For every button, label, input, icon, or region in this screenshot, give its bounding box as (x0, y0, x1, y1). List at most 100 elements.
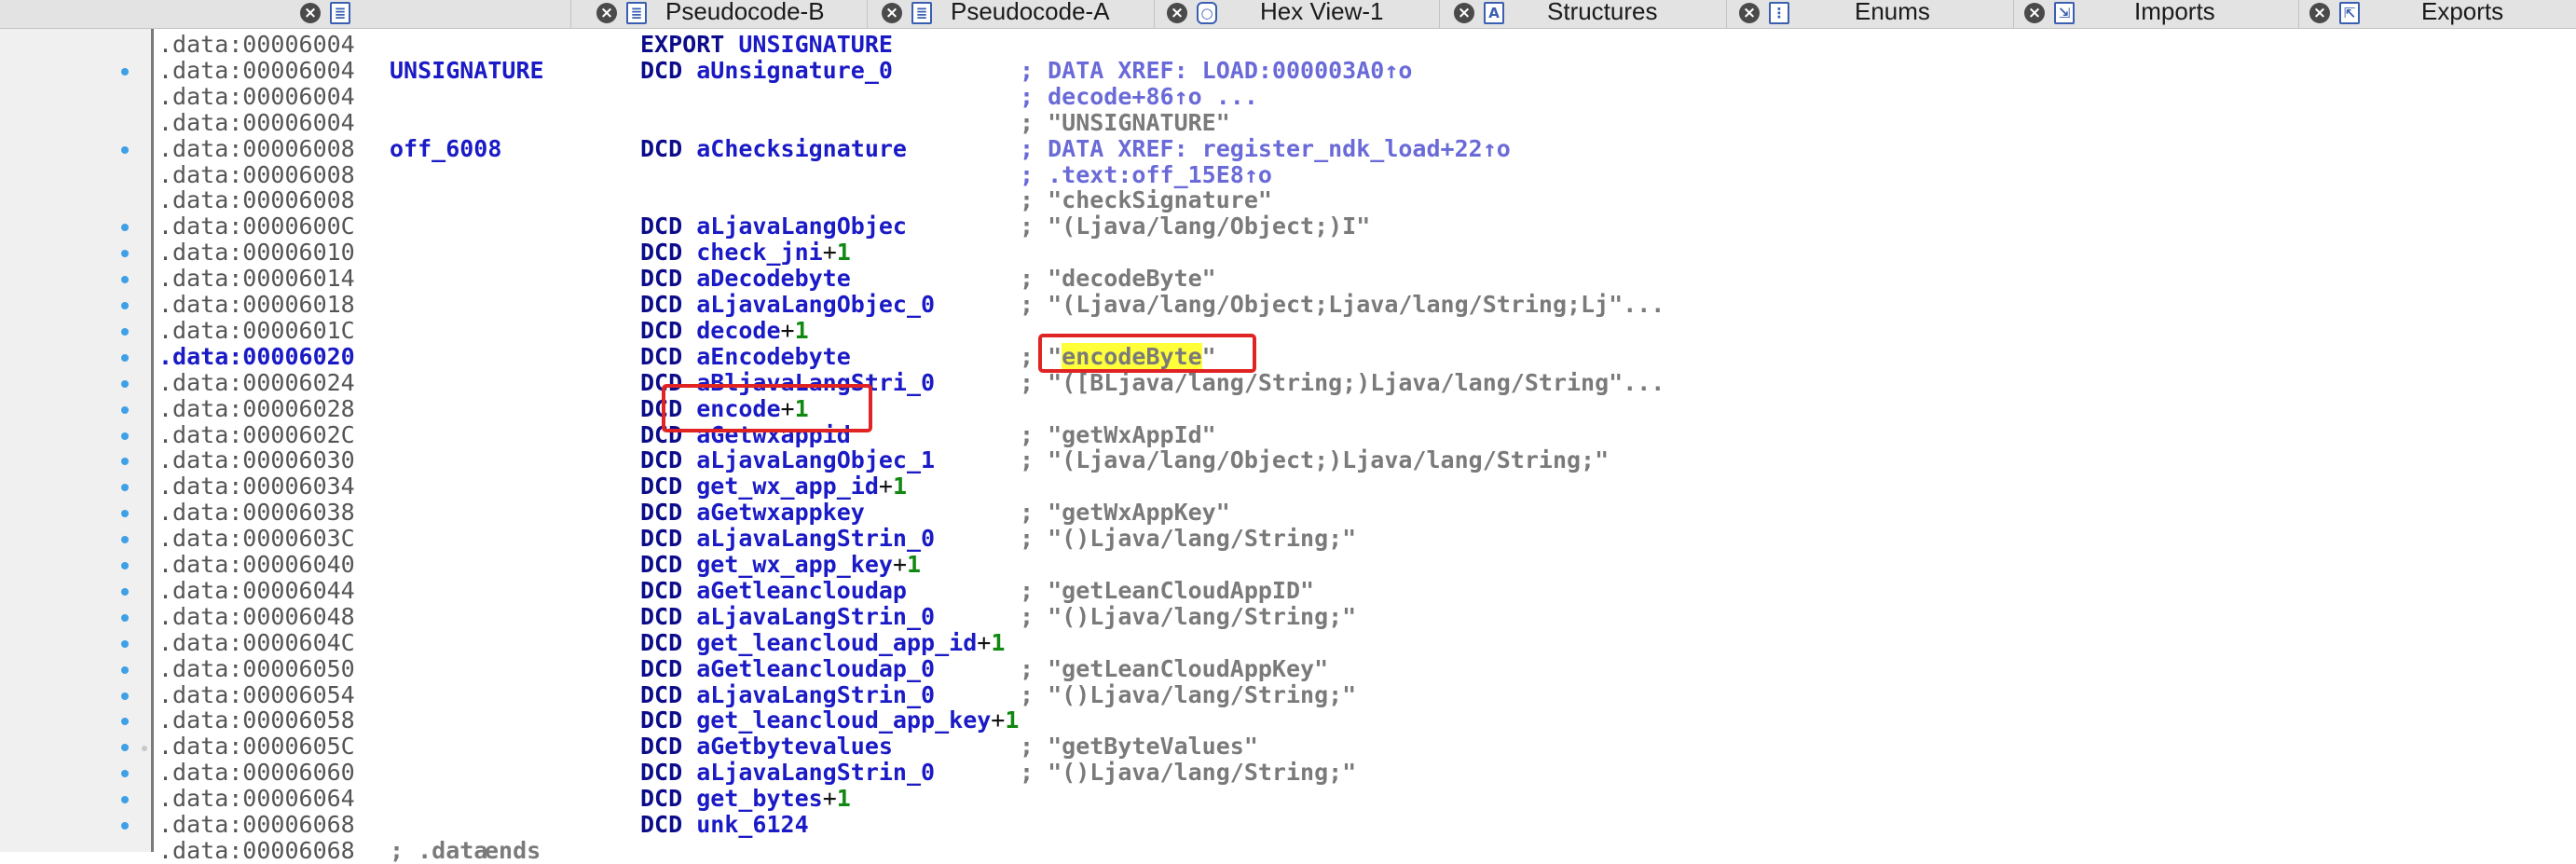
line-address[interactable]: .data:00006008 (158, 161, 355, 188)
breakpoint-dot-icon[interactable] (121, 613, 129, 622)
listing-line[interactable]: .data:00006034 DCD get_wx_app_id+1 (0, 473, 2576, 500)
instruction-operand[interactable]: aUnsignature_0 (696, 57, 893, 84)
listing-line[interactable]: .data:00006038 DCD aGetwxappkey ; "getWxAp… (0, 500, 2576, 526)
listing-line[interactable]: .data:00006008 off_6008 DCD aChecksignatur… (0, 135, 2576, 162)
line-address[interactable]: .data:00006054 (158, 681, 355, 708)
instruction-operand[interactable]: get_wx_app_key (696, 551, 893, 578)
breakpoint-dot-icon[interactable] (121, 510, 129, 518)
listing-line[interactable]: .data:00006014 DCD aDecodebyte ; "decodeBy… (0, 266, 2576, 292)
instruction-operand[interactable]: aDecodebyte (696, 265, 851, 292)
breakpoint-dot-icon[interactable] (121, 302, 129, 309)
instruction-operand[interactable]: aLjavaLangStrin_0 (696, 681, 935, 708)
instruction-operand[interactable]: aGetbytevalues (696, 733, 893, 760)
instruction-operand[interactable]: unk_6124 (696, 811, 808, 838)
breakpoint-dot-icon[interactable] (121, 484, 129, 492)
breakpoint-dot-icon[interactable] (121, 67, 129, 75)
line-address[interactable]: .data:00006020 (158, 343, 355, 370)
line-address[interactable]: .data:00006058 (158, 707, 355, 734)
listing-line[interactable]: .data:00006048 DCD aLjavaLangStrin_0 ; "()… (0, 603, 2576, 630)
breakpoint-dot-icon[interactable] (121, 770, 129, 778)
instruction-operand[interactable]: aLjavaLangStrin_0 (696, 603, 935, 630)
listing-line[interactable]: .data:0000600C DCD aLjavaLangObjec ; "(Lja… (0, 213, 2576, 240)
line-address[interactable]: .data:00006068 (158, 812, 355, 838)
breakpoint-dot-icon[interactable] (121, 379, 129, 388)
breakpoint-dot-icon[interactable] (121, 145, 129, 154)
listing-line[interactable]: .data:0000605C DCD aGetbytevalues ; "getBy… (0, 734, 2576, 760)
listing-line[interactable]: .data:00006024 DCD aBljavaLangStri_0; "([… (0, 369, 2576, 396)
instruction-operand[interactable]: get_wx_app_id (696, 473, 879, 500)
listing-line[interactable]: .data:00006058 DCD get_leancloud_app_key+… (0, 707, 2576, 734)
breakpoint-dot-icon[interactable] (121, 692, 129, 700)
listing-line[interactable]: .data:00006054 DCD aLjavaLangStrin_0 ; "()… (0, 681, 2576, 708)
line-address[interactable]: .data:00006068 (158, 837, 355, 864)
instruction-operand[interactable]: get_leancloud_app_id (696, 629, 977, 656)
listing-line[interactable]: .data:00006044 DCD aGetleancloudap ; "getL… (0, 577, 2576, 604)
listing-line[interactable]: .data:00006020 DCD aEncodebyte; "encodeBy… (0, 342, 2576, 370)
line-address[interactable]: .data:00006010 (158, 240, 355, 266)
listing-line[interactable]: .data:00006040 DCD get_wx_app_key+1 (0, 552, 2576, 578)
listing-line[interactable]: .data:00006028 DCD encode+1 (0, 395, 2576, 422)
breakpoint-dot-icon[interactable] (121, 587, 129, 596)
breakpoint-dot-icon[interactable] (121, 250, 129, 258)
line-address[interactable]: .data:00006050 (158, 655, 355, 682)
listing-line[interactable]: .data:00006050 DCD aGetleancloudap_0 ; "ge… (0, 655, 2576, 682)
listing-line[interactable]: .data:0000602C DCD aGetwxappid; "getWxApp… (0, 421, 2576, 448)
line-address[interactable]: .data:00006030 (158, 447, 355, 473)
listing-line[interactable]: .data:00006004 ; decode+86↑o ... (0, 83, 2576, 110)
breakpoint-dot-icon[interactable] (121, 718, 129, 726)
line-address[interactable]: .data:00006048 (158, 603, 355, 630)
breakpoint-dot-icon[interactable] (121, 744, 129, 752)
listing-line[interactable]: .data:0000604C DCD get_leancloud_app_id+1 (0, 629, 2576, 656)
listing-line[interactable]: .data:00006060 DCD aLjavaLangStrin_0 ; "()… (0, 760, 2576, 786)
instruction-operand[interactable]: aLjavaLangObjec_1 (696, 446, 935, 473)
listing-line[interactable]: .data:00006018 DCD aLjavaLangObjec_0 ; "(L… (0, 292, 2576, 318)
listing-line[interactable]: .data:00006068 ; .data ends (0, 837, 2576, 864)
breakpoint-dot-icon[interactable] (121, 432, 129, 440)
instruction-operand[interactable]: aGetleancloudap_0 (696, 655, 935, 682)
disassembly-listing[interactable]: .data:00006004 EXPORT UNSIGNATURE .data:00… (0, 0, 2576, 863)
breakpoint-dot-icon[interactable] (121, 458, 129, 466)
breakpoint-dot-icon[interactable] (121, 665, 129, 674)
listing-line[interactable]: .data:00006064 DCD get_bytes+1 (0, 786, 2576, 812)
line-address[interactable]: .data:0000600C (158, 213, 355, 240)
listing-line[interactable]: .data:0000603C DCD aLjavaLangStrin_0 ; "()… (0, 526, 2576, 552)
line-address[interactable]: .data:0000605C (158, 734, 355, 760)
breakpoint-dot-icon[interactable] (121, 639, 129, 648)
listing-line[interactable]: .data:00006004 EXPORT UNSIGNATURE (0, 32, 2576, 58)
breakpoint-dot-icon[interactable] (121, 796, 129, 804)
line-address[interactable]: .data:00006004 (158, 57, 355, 84)
line-label[interactable]: off_6008 (390, 135, 501, 162)
instruction-operand[interactable]: get_leancloud_app_key (696, 706, 991, 734)
line-address[interactable]: .data:0000601C (158, 317, 355, 344)
instruction-operand[interactable]: aEncodebyte (696, 343, 851, 370)
listing-line[interactable]: .data:0000601C DCD decode+1 (0, 317, 2576, 344)
instruction-operand[interactable]: aLjavaLangObjec (696, 213, 907, 240)
instruction-operand[interactable]: UNSIGNATURE (738, 31, 893, 58)
line-address[interactable]: .data:00006040 (158, 552, 355, 578)
instruction-operand[interactable]: aGetwxappkey (696, 499, 865, 526)
line-address[interactable]: .data:00006014 (158, 266, 355, 292)
line-address[interactable]: .data:00006024 (158, 369, 355, 396)
instruction-operand[interactable]: aLjavaLangStrin_0 (696, 759, 935, 786)
line-address[interactable]: .data:00006060 (158, 760, 355, 786)
instruction-operand[interactable]: aGetleancloudap (696, 577, 907, 604)
line-address[interactable]: .data:00006044 (158, 577, 355, 604)
line-address[interactable]: .data:00006008 (158, 187, 355, 213)
line-label[interactable]: ; .data (390, 837, 487, 864)
instruction-operand[interactable]: aLjavaLangStrin_0 (696, 525, 935, 552)
breakpoint-dot-icon[interactable] (121, 224, 129, 232)
line-address[interactable]: .data:00006008 (158, 135, 355, 162)
breakpoint-dot-icon[interactable] (121, 276, 129, 284)
line-address[interactable]: .data:0000602C (158, 421, 355, 448)
line-address[interactable]: .data:0000604C (158, 629, 355, 656)
listing-line[interactable]: .data:00006010 DCD check_jni+1 (0, 240, 2576, 266)
listing-line[interactable]: .data:00006008 ; .text:off_15E8↑o (0, 161, 2576, 188)
line-address[interactable]: .data:00006004 (158, 109, 355, 136)
line-label[interactable]: UNSIGNATURE (390, 57, 544, 84)
listing-line[interactable]: .data:00006004 UNSIGNATURE DCD aUnsignatur… (0, 57, 2576, 84)
line-address[interactable]: .data:0000603C (158, 526, 355, 552)
breakpoint-dot-icon[interactable] (121, 822, 129, 830)
line-address[interactable]: .data:00006034 (158, 473, 355, 500)
instruction-operand[interactable]: aChecksignature (696, 135, 907, 162)
line-address[interactable]: .data:00006028 (158, 395, 355, 422)
